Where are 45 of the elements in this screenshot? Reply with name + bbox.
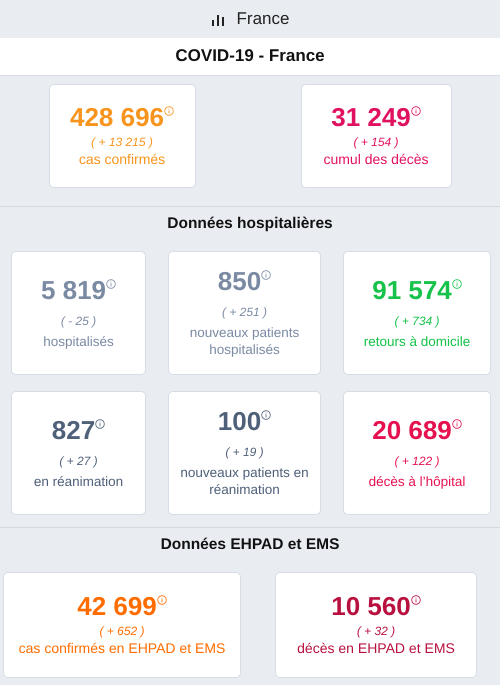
stat-label: cas confirmés en EHPAD et EMS xyxy=(18,640,226,658)
stat-label: décès à l’hôpital xyxy=(368,474,466,490)
info-icon xyxy=(410,106,421,116)
info-icon xyxy=(95,418,106,429)
stat-change: ( + 122 ) xyxy=(394,454,440,468)
info-icon xyxy=(410,595,421,606)
info-icon xyxy=(261,270,272,280)
section-title: Données EHPAD et EMS xyxy=(0,527,500,564)
stat-value: 10 560 xyxy=(331,592,411,622)
bar-chart-icon xyxy=(210,12,225,26)
info-icon xyxy=(452,278,462,289)
section-title: COVID-19 - France xyxy=(0,38,500,76)
stat-value: 5 819 xyxy=(40,276,106,306)
stat-label: cas confirmés xyxy=(78,151,166,169)
stat-label: décès en EHPAD et EMS xyxy=(297,640,455,658)
stat-value: 428 696 xyxy=(70,103,164,134)
stat-value: 20 689 xyxy=(372,416,452,446)
stat-change: ( + 13 215 ) xyxy=(91,135,153,150)
info-icon xyxy=(261,410,272,420)
header-title: France xyxy=(236,9,290,29)
stat-label: nouveaux patients hospitalisés xyxy=(188,325,300,359)
stat-label: nouveaux patients en réanimation xyxy=(179,465,310,499)
stat-change: ( + 19 ) xyxy=(225,445,264,460)
stat-change: ( + 251 ) xyxy=(222,305,268,320)
stat-value: 91 574 xyxy=(372,276,452,306)
stat-change: ( + 27 ) xyxy=(59,454,98,468)
info-icon xyxy=(106,278,116,289)
stat-label: retours à domicile xyxy=(364,334,470,350)
stat-change: ( + 734 ) xyxy=(394,314,440,328)
stat-change: ( - 25 ) xyxy=(60,314,96,328)
stat-change: ( + 652 ) xyxy=(99,624,145,638)
info-icon xyxy=(452,418,462,429)
stat-change: ( + 32 ) xyxy=(356,624,396,638)
stat-change: ( + 154 ) xyxy=(353,135,399,150)
stat-label: en réanimation xyxy=(34,474,124,490)
stat-value: 42 699 xyxy=(77,592,157,622)
stat-label: hospitalisés xyxy=(43,334,114,350)
info-icon xyxy=(164,106,174,116)
stat-value: 850 xyxy=(218,267,262,298)
section-title: Données hospitalières xyxy=(0,206,500,243)
stat-value: 827 xyxy=(52,416,96,446)
stat-value: 31 249 xyxy=(331,103,411,134)
stat-label: cumul des décès xyxy=(323,151,429,169)
stat-value: 100 xyxy=(218,407,262,438)
info-icon xyxy=(156,595,167,606)
